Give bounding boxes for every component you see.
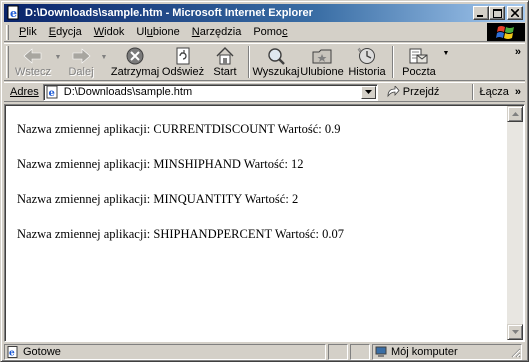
address-label: Adres — [10, 86, 39, 98]
content-line: Nazwa zmiennej aplikacji: MINQUANTITY Wa… — [17, 192, 299, 206]
standard-toolbar: Wstecz ▼ Dalej ▼ Zatrzymaj Odśwież Start… — [4, 43, 525, 81]
mail-button[interactable]: Poczta — [397, 44, 441, 80]
back-arrow-icon — [22, 46, 44, 66]
menu-plik[interactable]: Plik — [13, 26, 43, 38]
svg-text:e: e — [9, 349, 15, 359]
history-label: Historia — [348, 66, 386, 78]
stop-button[interactable]: Zatrzymaj — [109, 44, 161, 80]
content-line: Nazwa zmiennej aplikacji: SHIPHANDPERCEN… — [17, 227, 344, 241]
page-icon: e — [46, 85, 60, 99]
document-viewport[interactable]: Nazwa zmiennej aplikacji: CURRENTDISCOUN… — [4, 104, 525, 342]
windows-logo-icon — [487, 23, 525, 41]
home-icon — [214, 46, 236, 66]
address-bar: Adres e D:\Downloads\sample.htm Przejdź … — [4, 82, 525, 102]
go-label: Przejdź — [402, 86, 440, 98]
browser-window: e D:\Downloads\sample.htm - Microsoft In… — [0, 0, 529, 362]
address-input[interactable]: e D:\Downloads\sample.htm — [42, 83, 378, 101]
svg-text:e: e — [48, 88, 54, 99]
status-main-pane: e Gotowe — [4, 344, 326, 360]
toolbar-separator — [248, 46, 250, 78]
status-pane-empty — [350, 344, 370, 360]
minimize-button[interactable] — [473, 6, 489, 20]
history-button[interactable]: Historia — [345, 44, 389, 80]
menu-bar: Plik Edycja Widok Ulubione Narzędzia Pom… — [4, 23, 525, 42]
back-button[interactable]: Wstecz — [13, 44, 53, 80]
mail-label: Poczta — [402, 66, 436, 78]
favorites-folder-icon — [311, 46, 333, 66]
scroll-up-button[interactable] — [507, 106, 523, 122]
history-icon — [356, 46, 378, 66]
links-toolbar[interactable]: Łącza » — [471, 84, 521, 100]
stop-label: Zatrzymaj — [110, 66, 160, 78]
security-zone-pane: Mój komputer — [372, 344, 522, 360]
security-zone-label: Mój komputer — [391, 346, 458, 358]
forward-arrow-icon — [70, 46, 92, 66]
go-button[interactable]: Przejdź — [386, 84, 440, 98]
window-title: D:\Downloads\sample.htm - Microsoft Inte… — [25, 7, 313, 19]
computer-icon — [375, 346, 387, 358]
menu-narzedzia[interactable]: Narzędzia — [186, 26, 248, 38]
refresh-icon — [172, 46, 194, 66]
page-body: Nazwa zmiennej aplikacji: CURRENTDISCOUN… — [7, 107, 507, 339]
search-label: Wyszukaj — [252, 66, 300, 78]
favorites-button[interactable]: Ulubione — [299, 44, 345, 80]
back-dropdown-icon[interactable]: ▼ — [53, 44, 63, 61]
go-arrow-icon — [386, 84, 400, 98]
menu-widok[interactable]: Widok — [88, 26, 131, 38]
forward-dropdown-icon[interactable]: ▼ — [99, 44, 109, 61]
toolbar-separator — [392, 46, 394, 78]
vertical-scrollbar[interactable] — [507, 106, 523, 340]
links-label: Łącza — [479, 86, 509, 98]
title-bar[interactable]: e D:\Downloads\sample.htm - Microsoft In… — [4, 4, 525, 22]
maximize-button[interactable] — [489, 6, 505, 20]
ie-document-icon: e — [6, 5, 22, 21]
address-url: D:\Downloads\sample.htm — [63, 86, 193, 98]
window-controls — [473, 6, 523, 20]
content-line: Nazwa zmiennej aplikacji: MINSHIPHAND Wa… — [17, 157, 304, 171]
links-more-chevron[interactable]: » — [515, 86, 521, 98]
close-button[interactable] — [507, 6, 523, 20]
toolbar-more-chevron[interactable]: » — [515, 44, 521, 58]
refresh-button[interactable]: Odśwież — [161, 44, 205, 80]
status-bar: e Gotowe Mój komputer — [4, 344, 525, 360]
svg-text:e: e — [10, 7, 17, 20]
forward-label: Dalej — [68, 66, 94, 78]
resize-grip-icon[interactable] — [509, 346, 521, 358]
address-dropdown-button[interactable] — [360, 85, 376, 99]
content-line: Nazwa zmiennej aplikacji: CURRENTDISCOUN… — [17, 122, 341, 136]
menu-ulubione[interactable]: Ulubione — [130, 26, 185, 38]
back-label: Wstecz — [14, 66, 52, 78]
stop-icon — [124, 46, 146, 66]
toolbar-grip[interactable] — [6, 46, 9, 78]
menu-grip[interactable] — [6, 24, 9, 40]
refresh-label: Odśwież — [161, 66, 205, 78]
search-icon — [265, 46, 287, 66]
home-button[interactable]: Start — [205, 44, 245, 80]
mail-dropdown-icon[interactable]: ▼ — [441, 44, 451, 57]
links-separator — [471, 84, 474, 100]
menu-pomoc[interactable]: Pomoc — [247, 26, 293, 38]
status-pane-empty — [328, 344, 348, 360]
scroll-down-button[interactable] — [507, 324, 523, 340]
favorites-label: Ulubione — [300, 66, 344, 78]
mail-icon — [408, 46, 430, 66]
home-label: Start — [213, 66, 237, 78]
menu-edycja[interactable]: Edycja — [43, 26, 88, 38]
search-button[interactable]: Wyszukaj — [253, 44, 299, 80]
page-status-icon: e — [7, 346, 19, 359]
status-text: Gotowe — [23, 346, 61, 358]
forward-button[interactable]: Dalej — [63, 44, 99, 80]
